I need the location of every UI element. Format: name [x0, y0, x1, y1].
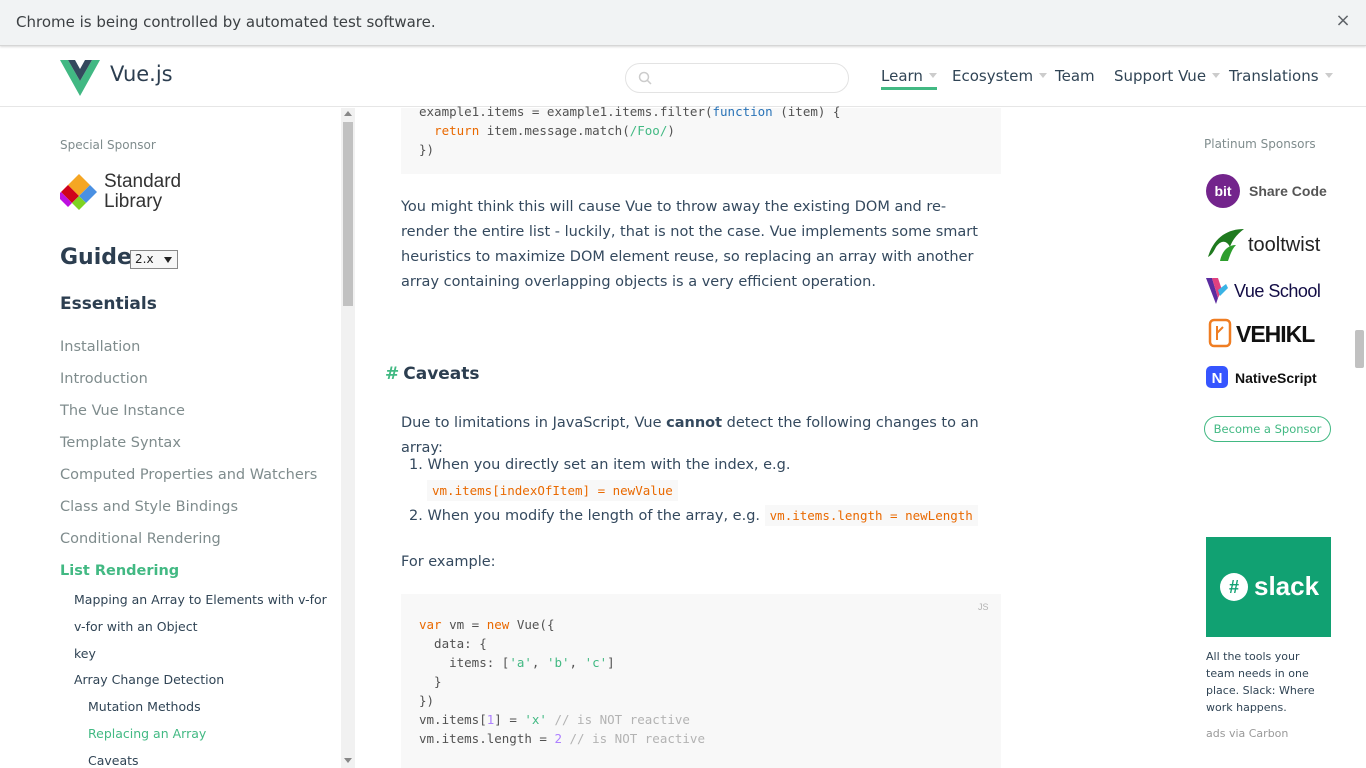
- site-logo-text[interactable]: Vue.js: [110, 62, 173, 86]
- search-icon: [638, 71, 652, 85]
- nav-ecosystem[interactable]: Ecosystem: [952, 67, 1048, 85]
- sidebar-item-computed-properties[interactable]: Computed Properties and Watchers: [60, 467, 317, 483]
- sponsor-bit[interactable]: bit Share Code: [1206, 174, 1336, 212]
- list-item-text: When you modify the length of the array,…: [427, 508, 761, 524]
- close-icon[interactable]: ×: [1334, 10, 1352, 32]
- page-scrollbar-thumb[interactable]: [1355, 330, 1364, 368]
- guide-title: Guide: [60, 245, 132, 270]
- vehikl-logo-icon: VEHIKL: [1208, 318, 1316, 348]
- nav-translations-label: Translations: [1229, 67, 1319, 85]
- inline-code: vm.items[indexOfItem] = newValue: [427, 480, 678, 501]
- version-select[interactable]: 2.x: [130, 250, 178, 269]
- sidebar-item-introduction[interactable]: Introduction: [60, 371, 148, 387]
- svg-text:NativeScript: NativeScript: [1235, 370, 1317, 386]
- scroll-up-arrow-icon[interactable]: [344, 111, 352, 116]
- vue-school-logo-icon: Vue School: [1206, 278, 1321, 304]
- slack-ad-image[interactable]: # slack: [1206, 537, 1331, 637]
- sidebar-subitem-v-for-object[interactable]: v-for with an Object: [74, 619, 198, 634]
- bit-logo-icon: bit Share Code: [1206, 174, 1327, 208]
- heading-caveats: # Caveats: [385, 364, 480, 384]
- sponsor-vehikl[interactable]: VEHIKL: [1206, 318, 1331, 354]
- paragraph-for-example: For example:: [401, 554, 496, 570]
- nav-ecosystem-label: Ecosystem: [952, 67, 1034, 85]
- list-item: 2. When you modify the length of the arr…: [409, 505, 978, 526]
- nav-learn-label: Learn: [881, 67, 923, 85]
- sponsor-vue-school[interactable]: Vue School: [1206, 276, 1331, 310]
- nav-team[interactable]: Team: [1055, 67, 1095, 85]
- sponsor-name-line1: Standard: [104, 171, 182, 192]
- nav-support-vue[interactable]: Support Vue: [1114, 67, 1221, 85]
- sidebar-item-vue-instance[interactable]: The Vue Instance: [60, 403, 185, 419]
- sponsor-name-line2: Library: [104, 191, 163, 212]
- chevron-down-icon: [1039, 73, 1048, 78]
- ads-via-carbon-link[interactable]: ads via Carbon: [1206, 727, 1288, 740]
- sidebar-item-template-syntax[interactable]: Template Syntax: [60, 435, 181, 451]
- svg-text:VEHIKL: VEHIKL: [1236, 321, 1315, 347]
- svg-text:Vue School: Vue School: [1234, 281, 1320, 301]
- sidebar-subitem-mapping-array[interactable]: Mapping an Array to Elements with v-for: [74, 592, 327, 607]
- list-item: 1. When you directly set an item with th…: [409, 457, 790, 473]
- svg-text:slack: slack: [1254, 571, 1320, 601]
- become-sponsor-button[interactable]: Become a Sponsor: [1204, 416, 1331, 442]
- list-item-text: When you directly set an item with the i…: [427, 457, 791, 473]
- chevron-down-icon: [928, 73, 937, 78]
- search-box[interactable]: [625, 63, 849, 93]
- sidebar-subitem-mutation-methods[interactable]: Mutation Methods: [88, 699, 201, 714]
- search-input[interactable]: [660, 68, 840, 88]
- code-content: var vm = new Vue({ data: { items: ['a', …: [419, 617, 705, 746]
- code-content: example1.items = example1.items.filter(f…: [419, 104, 841, 157]
- code-language-label: JS: [978, 602, 989, 612]
- code-block-example: var vm = new Vue({ data: { items: ['a', …: [401, 594, 1001, 768]
- svg-text:Share Code: Share Code: [1249, 183, 1327, 199]
- sponsor-tooltwist[interactable]: tooltwist: [1206, 225, 1331, 267]
- slack-logo-icon: # slack: [1220, 571, 1320, 601]
- nativescript-logo-icon: N NativeScript: [1206, 366, 1317, 388]
- sidebar-scrollbar-thumb[interactable]: [343, 122, 353, 306]
- svg-text:#: #: [1229, 577, 1239, 597]
- chevron-down-icon: [164, 257, 172, 263]
- sidebar-subitem-key[interactable]: key: [74, 646, 96, 661]
- vue-logo-icon[interactable]: [60, 60, 100, 96]
- sponsor-nativescript[interactable]: N NativeScript: [1206, 364, 1331, 396]
- nav-support-vue-label: Support Vue: [1114, 67, 1207, 85]
- sidebar-subitem-array-change-detection[interactable]: Array Change Detection: [74, 672, 224, 687]
- list-item-code: vm.items[indexOfItem] = newValue: [427, 480, 678, 501]
- heading-caveats-text: Caveats: [403, 364, 480, 384]
- platinum-sponsors-label: Platinum Sponsors: [1204, 137, 1316, 151]
- sidebar-subitem-caveats[interactable]: Caveats: [88, 753, 139, 768]
- automation-infobar-text: Chrome is being controlled by automated …: [16, 13, 436, 31]
- svg-text:N: N: [1212, 370, 1223, 387]
- special-sponsor-label: Special Sponsor: [60, 138, 156, 152]
- sidebar-subitem-replacing-array[interactable]: Replacing an Array: [88, 726, 206, 741]
- paragraph-caveats-intro: Due to limitations in JavaScript, Vue ca…: [401, 415, 979, 456]
- sidebar-item-list-rendering[interactable]: List Rendering: [60, 563, 179, 579]
- sidebar-item-class-style-bindings[interactable]: Class and Style Bindings: [60, 499, 238, 515]
- site-header: Vue.js Learn Ecosystem Team Support Vue …: [0, 47, 1366, 107]
- list-item-number: 2.: [409, 508, 423, 524]
- inline-code: vm.items.length = newLength: [764, 505, 978, 526]
- sidebar-item-installation[interactable]: Installation: [60, 339, 140, 355]
- chevron-down-icon: [1324, 73, 1333, 78]
- nav-team-label: Team: [1055, 67, 1095, 85]
- anchor-hash-link[interactable]: #: [385, 364, 399, 384]
- svg-text:bit: bit: [1214, 183, 1231, 199]
- standard-library-logo-text[interactable]: Standard Library: [104, 172, 181, 212]
- version-select-value: 2.x: [135, 252, 154, 266]
- tooltwist-logo-icon: tooltwist: [1208, 229, 1321, 261]
- sidebar-item-conditional-rendering[interactable]: Conditional Rendering: [60, 531, 221, 547]
- svg-text:tooltwist: tooltwist: [1248, 234, 1321, 256]
- nav-translations[interactable]: Translations: [1229, 67, 1333, 85]
- nav-learn[interactable]: Learn: [881, 67, 937, 90]
- scroll-down-arrow-icon[interactable]: [344, 758, 352, 763]
- paragraph-replacing-array: You might think this will cause Vue to t…: [401, 199, 978, 290]
- list-item-number: 1.: [409, 457, 423, 473]
- slack-ad-text[interactable]: All the tools your team needs in one pla…: [1206, 648, 1331, 716]
- automation-infobar: Chrome is being controlled by automated …: [0, 0, 1366, 46]
- chevron-down-icon: [1212, 73, 1221, 78]
- standard-library-logo-icon[interactable]: [60, 172, 98, 212]
- section-title-essentials: Essentials: [60, 294, 157, 314]
- code-block-filter: example1.items = example1.items.filter(f…: [401, 104, 1001, 174]
